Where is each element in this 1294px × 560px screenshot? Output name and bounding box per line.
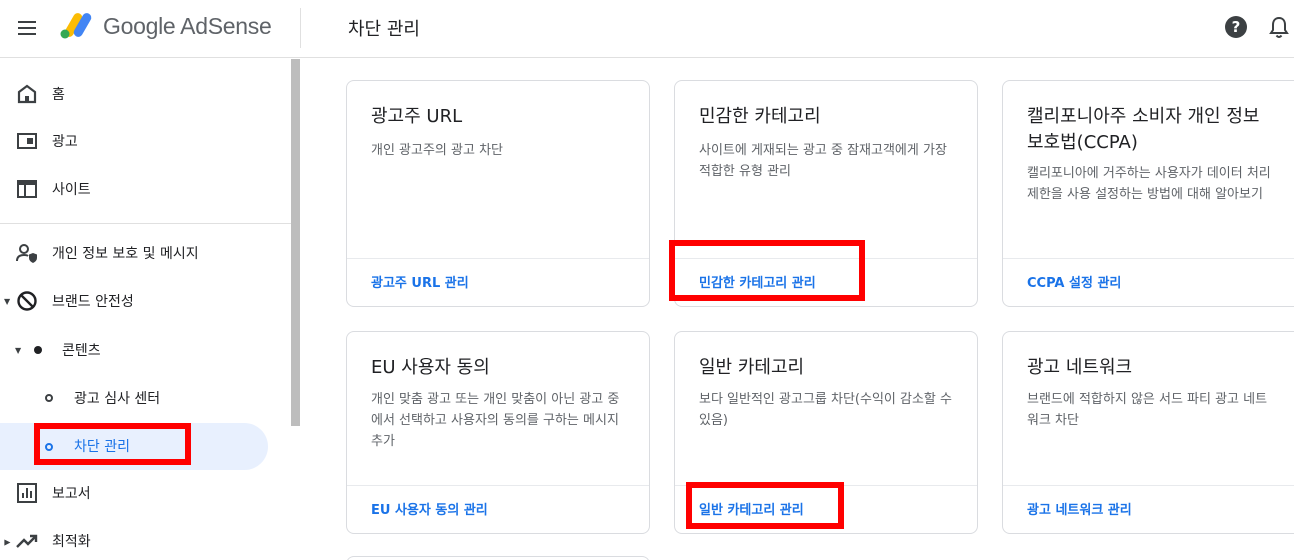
top-app-bar: Google AdSense 차단 관리 ?: [0, 0, 1294, 58]
trend-icon: [16, 534, 38, 548]
highlight-box: [669, 240, 865, 301]
sidebar-item-label: 사이트: [52, 182, 91, 198]
card-title: EU 사용자 동의: [371, 357, 490, 378]
manage-ccpa-settings-link[interactable]: CCPA 설정 관리: [1027, 272, 1121, 291]
sidebar-item-label: 보고서: [52, 486, 91, 502]
sidebar-item-sites[interactable]: 사이트: [0, 169, 268, 209]
card-divider: [1003, 258, 1294, 259]
sidebar-item-home[interactable]: 홈: [0, 74, 268, 114]
card-title: 민감한 카테고리: [699, 106, 821, 127]
help-icon[interactable]: ?: [1224, 15, 1248, 39]
sidebar-item-label: 광고: [52, 134, 78, 150]
sidebar-item-optimization[interactable]: 최적화: [0, 521, 268, 560]
card-eu-user-consent: EU 사용자 동의 개인 맞춤 광고 또는 개인 맞춤이 아닌 광고 중에서 선…: [346, 331, 650, 534]
card-advertiser-url: 광고주 URL 개인 광고주의 광고 차단 광고주 URL 관리: [346, 80, 650, 307]
sidebar-item-label: 콘텐츠: [62, 343, 101, 359]
sidebar-item-content[interactable]: 콘텐츠: [0, 330, 268, 370]
brand-name[interactable]: Google AdSense: [103, 13, 272, 40]
card-divider: [1003, 485, 1294, 486]
sidebar-scrollbar[interactable]: [291, 59, 300, 426]
card-divider: [347, 258, 649, 259]
highlight-box: [686, 482, 844, 529]
privacy-icon: [16, 244, 37, 263]
sites-icon: [17, 180, 37, 198]
highlight-box: [34, 423, 191, 465]
ads-icon: [17, 133, 37, 149]
card-description: 캘리포니아에 거주하는 사용자가 데이터 처리 제한을 사용 설정하는 방법에 …: [1027, 166, 1271, 202]
header-divider: [300, 8, 301, 48]
card-description: 개인 광고주의 광고 차단: [371, 143, 503, 158]
card-title: 광고 네트워크: [1027, 357, 1133, 378]
card-title: 일반 카테고리: [699, 357, 805, 378]
sidebar-item-label: 브랜드 안전성: [52, 294, 134, 310]
card-divider: [347, 485, 649, 486]
block-icon: [17, 291, 37, 311]
report-icon: [17, 483, 37, 503]
sidebar-item-brand-safety[interactable]: 브랜드 안전성: [0, 281, 268, 321]
card-title: 광고주 URL: [371, 106, 463, 127]
card-description: 개인 맞춤 광고 또는 개인 맞춤이 아닌 광고 중에서 선택하고 사용자의 동…: [371, 392, 620, 449]
sidebar-item-label: 개인 정보 보호 및 메시지: [52, 246, 199, 262]
sidebar-item-label: 광고 심사 센터: [74, 391, 161, 407]
manage-ad-networks-link[interactable]: 광고 네트워크 관리: [1027, 499, 1132, 518]
page-title: 차단 관리: [348, 19, 420, 40]
manage-eu-user-consent-link[interactable]: EU 사용자 동의 관리: [371, 499, 488, 518]
sidebar-item-label: 최적화: [52, 534, 91, 550]
card-description: 사이트에 게재되는 광고 중 잠재고객에게 가장 적합한 유형 관리: [699, 143, 947, 179]
card-partial: [346, 556, 650, 560]
card-ccpa: 캘리포니아주 소비자 개인 정보 보호법(CCPA) 캘리포니아에 거주하는 사…: [1002, 80, 1294, 307]
card-ad-networks: 광고 네트워크 브랜드에 적합하지 않은 서드 파티 광고 네트워크 차단 광고…: [1002, 331, 1294, 534]
manage-advertiser-url-link[interactable]: 광고주 URL 관리: [371, 272, 469, 291]
sidebar-item-ad-review-center[interactable]: 광고 심사 센터: [0, 378, 268, 418]
svg-text:?: ?: [1232, 18, 1241, 36]
card-title: 캘리포니아주 소비자 개인 정보 보호법(CCPA): [1027, 106, 1260, 153]
notifications-icon[interactable]: [1268, 15, 1290, 39]
card-description: 보다 일반적인 광고그룹 차단(수익이 감소할 수 있음): [699, 392, 952, 428]
ring-icon: [45, 394, 53, 402]
menu-icon[interactable]: [14, 15, 42, 43]
sidebar-item-label: 홈: [52, 87, 65, 103]
sidebar-divider: [0, 223, 291, 224]
adsense-logo-icon: [60, 13, 92, 39]
card-description: 브랜드에 적합하지 않은 서드 파티 광고 네트워크 차단: [1027, 392, 1268, 428]
home-icon: [17, 84, 37, 104]
sidebar-item-privacy-messaging[interactable]: 개인 정보 보호 및 메시지: [0, 233, 268, 273]
sidebar-item-ads[interactable]: 광고: [0, 121, 268, 161]
dot-icon: [34, 346, 42, 354]
sidebar-item-reports[interactable]: 보고서: [0, 473, 268, 513]
